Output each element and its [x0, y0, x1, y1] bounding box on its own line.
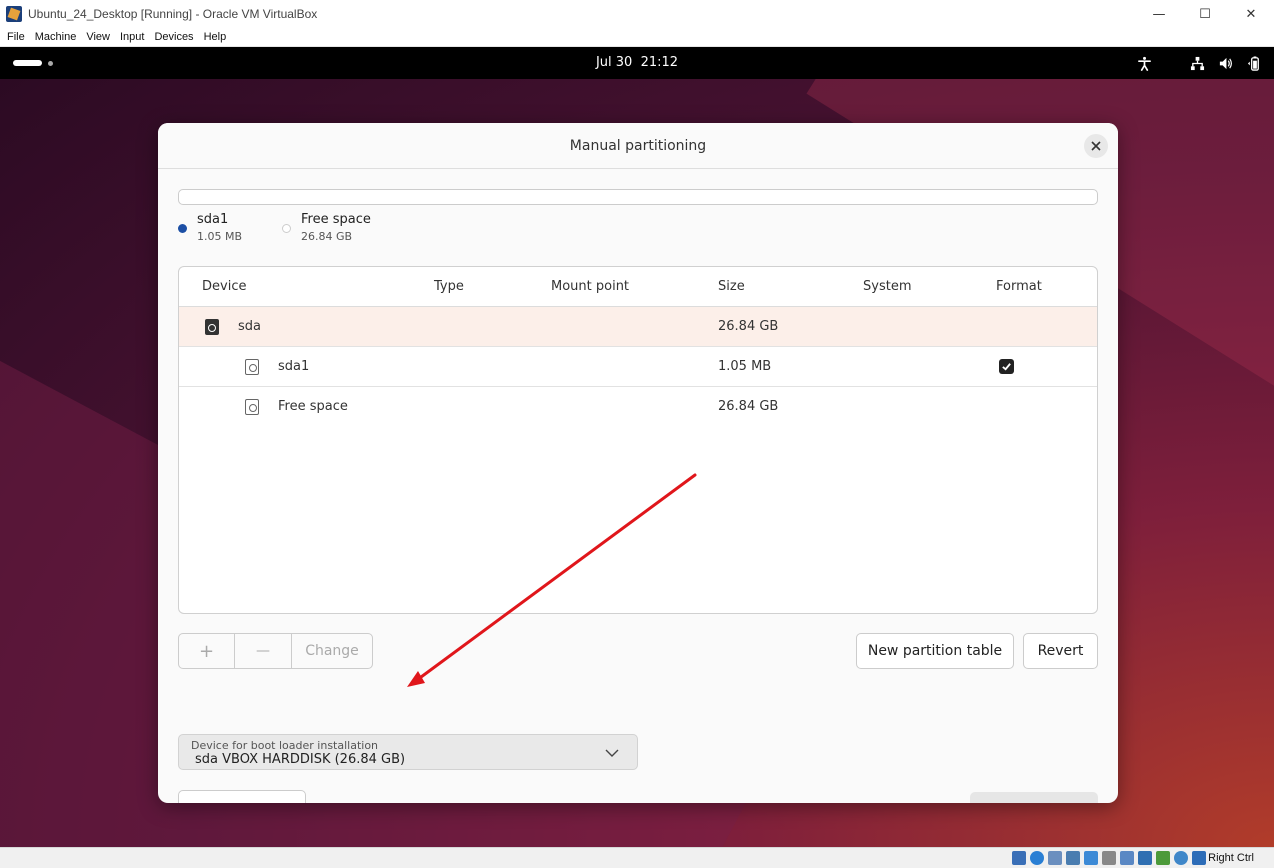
- disk-usage-bar: [178, 189, 1098, 205]
- guest-desktop: Jul 30 21:12 Manual partitioning sda1 1.…: [0, 47, 1274, 847]
- accessibility-icon[interactable]: [1136, 55, 1152, 71]
- dropdown-label: Device for boot loader installation: [191, 739, 379, 752]
- virtualbox-logo-icon: [6, 6, 22, 22]
- add-partition-button[interactable]: +: [179, 634, 235, 668]
- partition-table: Device Type Mount point Size System Form…: [178, 266, 1098, 614]
- usb-icon[interactable]: [1084, 851, 1098, 865]
- minimize-button[interactable]: —: [1136, 0, 1182, 28]
- header-size: Size: [718, 279, 745, 294]
- optical-drive-icon[interactable]: [1030, 851, 1044, 865]
- host-key-label: Right Ctrl: [1208, 852, 1254, 864]
- remove-partition-button[interactable]: —: [235, 634, 292, 668]
- chevron-down-icon: [605, 749, 619, 757]
- close-window-button[interactable]: ✕: [1228, 0, 1274, 28]
- keyboard-capture-icon[interactable]: [1192, 851, 1206, 865]
- legend-name: Free space: [301, 212, 371, 227]
- hard-disk-icon[interactable]: [1012, 851, 1026, 865]
- menu-file[interactable]: File: [2, 28, 30, 47]
- legend-dot-icon: [178, 224, 187, 233]
- back-button[interactable]: Back: [178, 790, 306, 803]
- mouse-integration-icon[interactable]: [1174, 851, 1188, 865]
- manual-partitioning-dialog: Manual partitioning sda1 1.05 MB Free sp…: [158, 123, 1118, 803]
- shared-folders-icon[interactable]: [1102, 851, 1116, 865]
- clock: Jul 30 21:12: [0, 47, 1274, 79]
- menu-devices[interactable]: Devices: [149, 28, 198, 47]
- partition-icon: [245, 399, 259, 415]
- menu-input[interactable]: Input: [115, 28, 149, 47]
- host-statusbar: Right Ctrl: [0, 847, 1274, 868]
- partition-icon: [245, 359, 259, 375]
- activities-indicator[interactable]: [13, 60, 42, 66]
- checkmark-icon: [1002, 363, 1011, 371]
- next-button[interactable]: Next: [970, 792, 1098, 803]
- row-size: 1.05 MB: [718, 359, 772, 374]
- network-adapter-icon[interactable]: [1066, 851, 1080, 865]
- menu-machine[interactable]: Machine: [30, 28, 82, 47]
- table-row-sda[interactable]: sda 26.84 GB: [179, 307, 1097, 347]
- recording-icon[interactable]: [1138, 851, 1152, 865]
- revert-button[interactable]: Revert: [1023, 633, 1098, 669]
- dropdown-value: sda VBOX HARDDISK (26.84 GB): [195, 752, 406, 767]
- host-menubar: File Machine View Input Devices Help: [0, 28, 1274, 47]
- row-device: sda1: [278, 359, 310, 374]
- host-titlebar: Ubuntu_24_Desktop [Running] - Oracle VM …: [0, 0, 1274, 28]
- audio-icon[interactable]: [1048, 851, 1062, 865]
- table-header: Device Type Mount point Size System Form…: [179, 267, 1097, 307]
- legend-size: 26.84 GB: [301, 230, 353, 243]
- row-size: 26.84 GB: [718, 399, 779, 414]
- header-system: System: [863, 279, 912, 294]
- legend-size: 1.05 MB: [197, 230, 243, 243]
- partition-edit-buttons: + — Change: [178, 633, 373, 669]
- host-window-title: Ubuntu_24_Desktop [Running] - Oracle VM …: [28, 7, 318, 21]
- menu-help[interactable]: Help: [199, 28, 232, 47]
- new-partition-table-button[interactable]: New partition table: [856, 633, 1014, 669]
- dialog-title: Manual partitioning: [569, 138, 707, 154]
- row-size: 26.84 GB: [718, 319, 779, 334]
- statusbar-device-icons: [1008, 851, 1206, 865]
- header-type: Type: [434, 279, 464, 294]
- dialog-header: Manual partitioning: [158, 123, 1118, 169]
- gnome-top-bar: Jul 30 21:12: [0, 47, 1274, 79]
- legend-item-free-space: Free space 26.84 GB: [282, 211, 371, 245]
- window-controls: — ☐ ✕: [1136, 0, 1274, 28]
- row-device: sda: [238, 319, 261, 334]
- menu-view[interactable]: View: [81, 28, 115, 47]
- bootloader-device-select[interactable]: Device for boot loader installation sda …: [178, 734, 638, 770]
- header-device: Device: [202, 279, 247, 294]
- row-device: Free space: [278, 399, 348, 414]
- table-row-sda1[interactable]: sda1 1.05 MB: [179, 347, 1097, 387]
- network-icon[interactable]: [1189, 55, 1205, 71]
- format-checkbox[interactable]: [999, 359, 1014, 374]
- close-icon: [1091, 141, 1101, 151]
- change-partition-button[interactable]: Change: [292, 634, 372, 668]
- table-row-free-space[interactable]: Free space 26.84 GB: [179, 387, 1097, 427]
- volume-icon[interactable]: [1217, 55, 1233, 71]
- legend-dot-icon: [282, 224, 291, 233]
- disk-drive-icon: [205, 319, 219, 335]
- workspace-dot: [48, 61, 53, 66]
- clock-time[interactable]: 21:12: [641, 55, 678, 70]
- battery-icon[interactable]: [1246, 55, 1262, 71]
- clock-date[interactable]: Jul 30: [596, 55, 632, 70]
- legend-item-sda1: sda1 1.05 MB: [178, 211, 242, 245]
- maximize-button[interactable]: ☐: [1182, 0, 1228, 28]
- close-dialog-button[interactable]: [1084, 134, 1108, 158]
- display-icon[interactable]: [1120, 851, 1134, 865]
- legend-name: sda1: [197, 212, 229, 227]
- header-mount-point: Mount point: [551, 279, 630, 294]
- header-format: Format: [996, 279, 1042, 294]
- cpu-icon[interactable]: [1156, 851, 1170, 865]
